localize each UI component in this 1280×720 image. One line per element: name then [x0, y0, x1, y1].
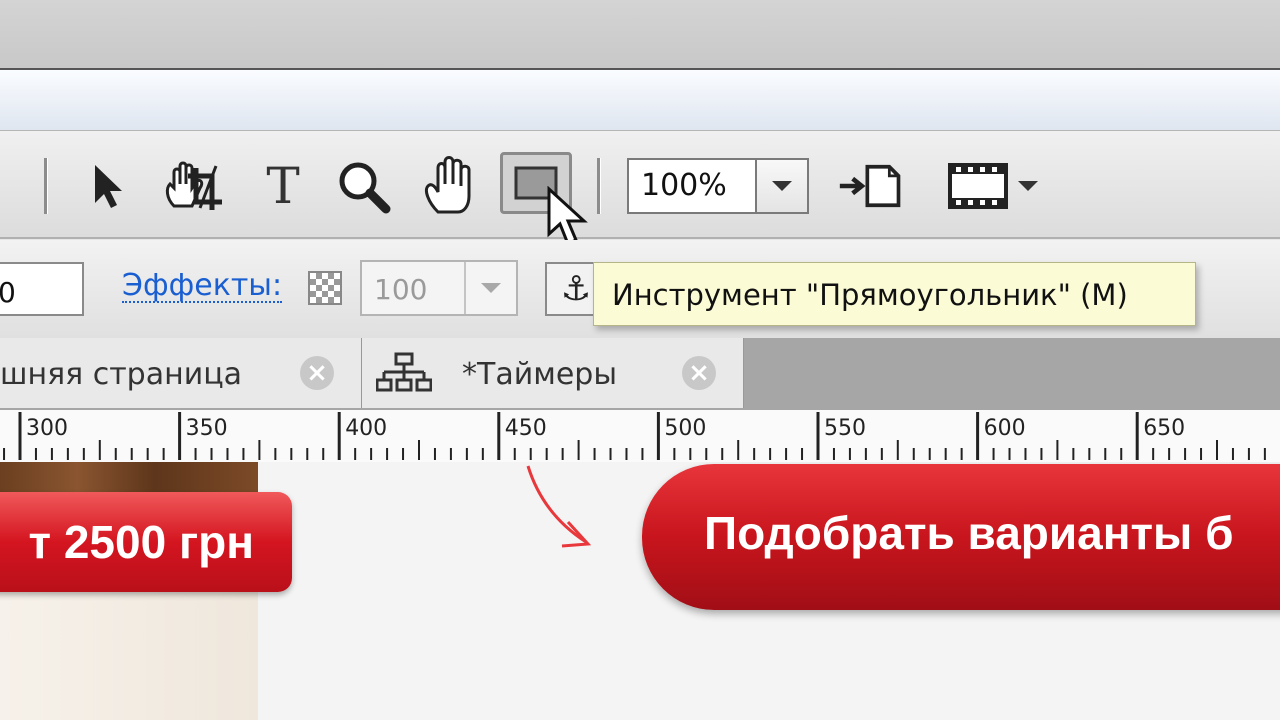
- toolbar-separator: [597, 158, 601, 214]
- ruler-label: 600: [984, 416, 1026, 441]
- select-options-button[interactable]: Подобрать варианты б: [642, 464, 1280, 610]
- arrow-decoration-icon: [526, 465, 592, 548]
- close-icon[interactable]: ×: [682, 356, 716, 390]
- menu-strip: [0, 70, 1280, 131]
- pointer-tool[interactable]: [74, 152, 140, 220]
- tab-home-page[interactable]: шняя страница ×: [0, 338, 362, 408]
- ruler-label: 300: [26, 416, 68, 441]
- tooltip: Инструмент "Прямоугольник" (M): [593, 262, 1196, 326]
- ruler-label: 450: [505, 416, 547, 441]
- opacity-value: 100: [374, 273, 428, 306]
- tab-label: шняя страница: [0, 357, 243, 392]
- ruler-label: 350: [186, 416, 228, 441]
- text-tool[interactable]: T: [250, 152, 316, 220]
- ruler-label: 400: [345, 416, 387, 441]
- anchor-icon: ⚓: [560, 269, 592, 309]
- tab-timers[interactable]: *Таймеры ×: [362, 338, 744, 408]
- pointer-icon: [95, 165, 122, 208]
- crop-icon: [165, 161, 222, 210]
- zoom-icon: [339, 162, 391, 214]
- effects-link[interactable]: Эффекты:: [122, 271, 283, 303]
- toolbar-separator: [44, 158, 48, 214]
- text-icon: T: [266, 157, 300, 215]
- crop-tool[interactable]: [160, 152, 226, 220]
- close-icon[interactable]: ×: [300, 356, 334, 390]
- ruler-scale: 300 350 400 450 500 550 600 650: [3, 412, 1266, 460]
- opacity-select[interactable]: 100: [360, 260, 518, 316]
- transparency-icon: [308, 271, 342, 305]
- preview-tool[interactable]: [944, 152, 1044, 220]
- chevron-down-icon[interactable]: [464, 262, 516, 314]
- hand-tool[interactable]: [418, 152, 484, 220]
- zoom-level-value: 100%: [641, 168, 727, 203]
- zoom-tool[interactable]: [330, 152, 396, 220]
- window-title-bar: [0, 0, 1280, 70]
- zoom-level-select[interactable]: 100%: [627, 158, 809, 214]
- chevron-down-icon[interactable]: [755, 160, 807, 212]
- ruler-label: 500: [664, 416, 706, 441]
- export-icon: [839, 164, 901, 208]
- ruler-label: 550: [824, 416, 866, 441]
- tab-label: *Таймеры: [462, 357, 618, 392]
- mouse-cursor-icon: [547, 186, 588, 247]
- preview-icon: [948, 163, 1038, 209]
- horizontal-ruler: 300 350 400 450 500 550 600 650: [0, 410, 1280, 464]
- position-field[interactable]: 0: [0, 262, 84, 316]
- design-canvas: т 2500 грн Подобрать варианты б: [0, 462, 1280, 720]
- price-button[interactable]: т 2500 грн: [0, 492, 292, 592]
- ruler-label: 650: [1143, 416, 1185, 441]
- hand-icon: [424, 156, 471, 214]
- wood-background: [0, 462, 258, 492]
- export-tool[interactable]: [838, 152, 904, 220]
- sitemap-icon: [376, 352, 432, 392]
